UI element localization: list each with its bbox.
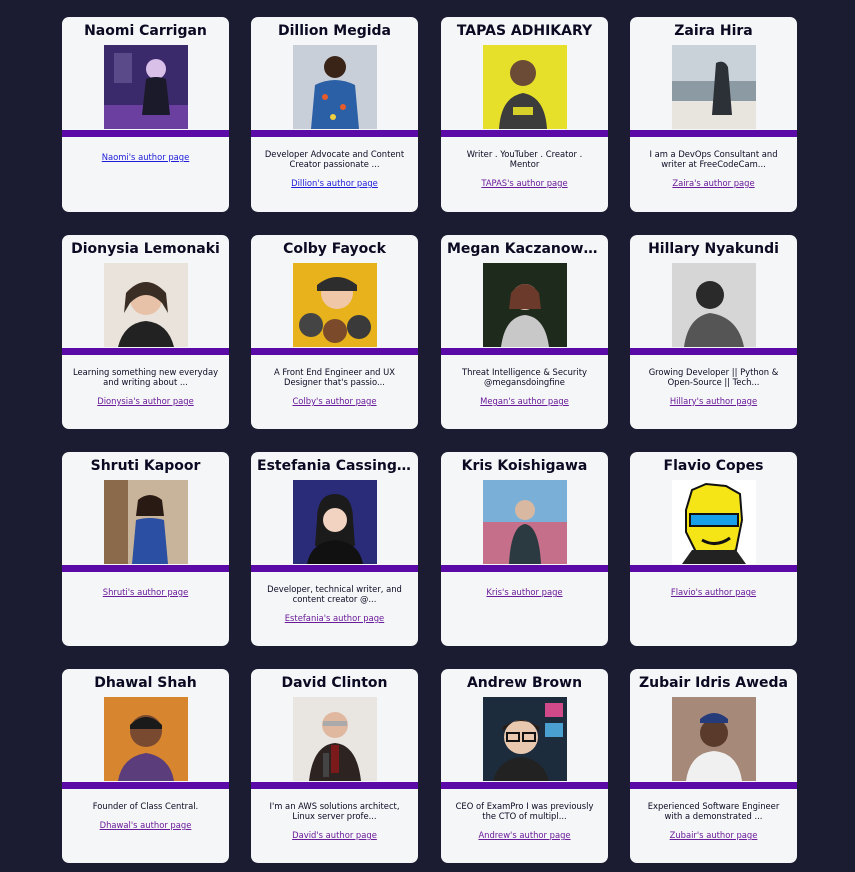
author-name: Dionysia Lemonaki (71, 241, 220, 257)
author-avatar (482, 45, 567, 129)
author-card: Kris Koishigawa Kris's author page (441, 452, 608, 646)
author-name: Estefania Cassingena N... (257, 458, 418, 474)
card-divider (251, 565, 418, 572)
card-divider (251, 348, 418, 355)
card-divider (630, 130, 797, 137)
author-page-link[interactable]: Dionysia's author page (62, 396, 229, 406)
card-divider (441, 130, 608, 137)
author-page-link[interactable]: Dhawal's author page (62, 820, 229, 830)
author-name: Naomi Carrigan (84, 23, 207, 39)
author-card: Andrew Brown CEO of ExamPro I was previo… (441, 669, 608, 863)
author-page-link[interactable]: Zaira's author page (630, 178, 797, 188)
card-divider (630, 348, 797, 355)
card-divider (630, 565, 797, 572)
author-card: Hillary Nyakundi Growing Developer || Py… (630, 235, 797, 429)
author-avatar (292, 45, 377, 129)
author-card: Estefania Cassingena N... Developer, tec… (251, 452, 418, 646)
author-page-link[interactable]: Colby's author page (251, 396, 418, 406)
author-avatar (292, 480, 377, 564)
author-bio: Threat Intelligence & Security @megansdo… (462, 367, 587, 387)
author-bio: Developer Advocate and Content Creator p… (264, 149, 405, 169)
author-avatar (103, 697, 188, 781)
author-name: Andrew Brown (466, 675, 583, 691)
author-card: David Clinton I'm an AWS solutions archi… (251, 669, 418, 863)
author-page-link[interactable]: Shruti's author page (62, 587, 229, 597)
author-bio: I'm an AWS solutions architect, Linux se… (269, 801, 400, 821)
card-divider (251, 130, 418, 137)
author-avatar (482, 263, 567, 347)
author-name: Hillary Nyakundi (648, 241, 779, 257)
author-avatar (103, 263, 188, 347)
author-page-link[interactable]: TAPAS's author page (441, 178, 608, 188)
author-card: Zubair Idris Aweda Experienced Software … (630, 669, 797, 863)
author-bio: Experienced Software Engineer with a dem… (647, 801, 780, 821)
author-bio: Developer, technical writer, and content… (267, 584, 402, 604)
author-card: Colby Fayock A Front End Engineer and UX… (251, 235, 418, 429)
author-bio: Writer . YouTuber . Creator . Mentor (466, 149, 583, 169)
author-card: Zaira Hira I am a DevOps Consultant and … (630, 17, 797, 212)
author-grid: Naomi Carrigan Naomi's author page Dilli… (0, 0, 855, 872)
author-bio: A Front End Engineer and UX Designer tha… (273, 367, 396, 387)
author-name: TAPAS ADHIKARY (456, 23, 593, 39)
author-card: Dillion Megida Developer Advocate and Co… (251, 17, 418, 212)
author-card: Megan Kaczanowski Threat Intelligence & … (441, 235, 608, 429)
author-avatar (671, 263, 756, 347)
author-avatar (671, 45, 756, 129)
card-divider (630, 782, 797, 789)
author-avatar (103, 45, 188, 129)
card-divider (441, 348, 608, 355)
author-name: Kris Koishigawa (461, 458, 588, 474)
author-name: Dhawal Shah (94, 675, 197, 691)
card-divider (62, 782, 229, 789)
author-card: Flavio Copes Flavio's author page (630, 452, 797, 646)
author-name: Colby Fayock (283, 241, 386, 257)
author-page-link[interactable]: David's author page (251, 830, 418, 840)
card-divider (441, 782, 608, 789)
author-page-link[interactable]: Megan's author page (441, 396, 608, 406)
author-bio: CEO of ExamPro I was previously the CTO … (455, 801, 594, 821)
author-card: Dionysia Lemonaki Learning something new… (62, 235, 229, 429)
card-divider (62, 348, 229, 355)
author-name: Flavio Copes (663, 458, 764, 474)
author-card: Shruti Kapoor Shruti's author page (62, 452, 229, 646)
author-name: Dillion Megida (278, 23, 391, 39)
card-divider (251, 782, 418, 789)
author-bio: Learning something new everyday and writ… (72, 367, 219, 387)
author-name: Shruti Kapoor (90, 458, 201, 474)
author-bio: Founder of Class Central. (92, 801, 199, 811)
author-name: David Clinton (281, 675, 388, 691)
author-avatar (292, 697, 377, 781)
card-divider (62, 565, 229, 572)
author-page-link[interactable]: Estefania's author page (251, 613, 418, 623)
author-card: Naomi Carrigan Naomi's author page (62, 17, 229, 212)
author-avatar (482, 480, 567, 564)
card-divider (62, 130, 229, 137)
author-page-link[interactable]: Dillion's author page (251, 178, 418, 188)
author-name: Megan Kaczanowski (447, 241, 606, 257)
author-name: Zaira Hira (674, 23, 753, 39)
author-avatar (482, 697, 567, 781)
author-name: Zubair Idris Aweda (638, 675, 789, 691)
author-avatar (103, 480, 188, 564)
author-avatar (671, 697, 756, 781)
author-card: TAPAS ADHIKARY Writer . YouTuber . Creat… (441, 17, 608, 212)
author-bio: I am a DevOps Consultant and writer at F… (649, 149, 778, 169)
author-bio: Growing Developer || Python & Open-Sourc… (648, 367, 779, 387)
author-page-link[interactable]: Kris's author page (441, 587, 608, 597)
author-page-link[interactable]: Andrew's author page (441, 830, 608, 840)
author-card: Dhawal Shah Founder of Class Central. Dh… (62, 669, 229, 863)
author-avatar (671, 480, 756, 564)
author-page-link[interactable]: Zubair's author page (630, 830, 797, 840)
author-page-link[interactable]: Naomi's author page (62, 152, 229, 162)
author-avatar (292, 263, 377, 347)
card-divider (441, 565, 608, 572)
author-page-link[interactable]: Hillary's author page (630, 396, 797, 406)
author-page-link[interactable]: Flavio's author page (630, 587, 797, 597)
